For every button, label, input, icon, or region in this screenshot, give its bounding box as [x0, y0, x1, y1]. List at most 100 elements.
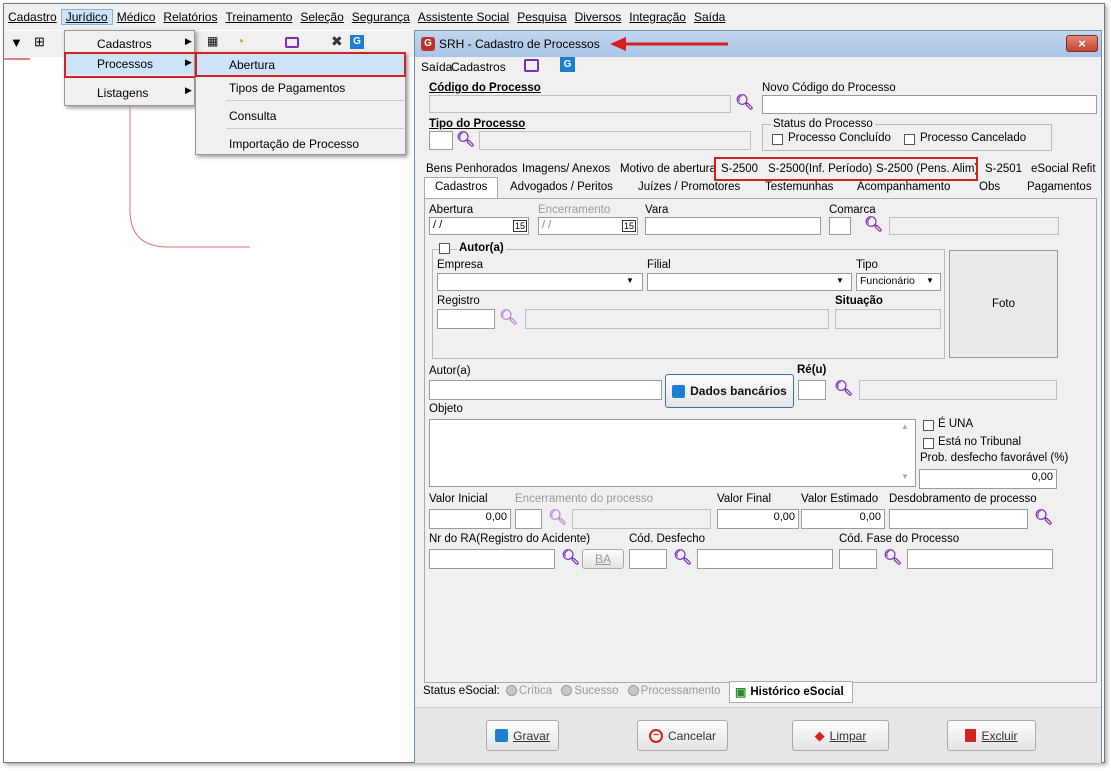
- cancelar-button[interactable]: − Cancelar: [637, 720, 728, 751]
- reu-code-input[interactable]: [798, 380, 826, 400]
- menu-item-tipos-pagamentos[interactable]: Tipos de Pagamentos: [229, 81, 345, 95]
- search-icon[interactable]: 🔍︎: [834, 379, 853, 397]
- tab-testemunhas[interactable]: Testemunhas: [765, 181, 833, 193]
- critica-radio[interactable]: [505, 685, 517, 697]
- tab-imagens-anexos[interactable]: Imagens/ Anexos: [522, 163, 610, 175]
- highlight-box-processos: [64, 52, 198, 78]
- report-icon[interactable]: ▦: [207, 34, 218, 48]
- filial-select[interactable]: [647, 273, 852, 291]
- scroll-down-icon[interactable]: ▼: [901, 472, 909, 481]
- menu-diversos[interactable]: Diversos: [571, 10, 626, 24]
- menu-integracao[interactable]: Integração: [625, 10, 690, 24]
- search-icon[interactable]: 🔍︎: [864, 215, 883, 233]
- excluir-button[interactable]: Excluir: [947, 720, 1036, 751]
- tools-icon[interactable]: ✖: [331, 33, 343, 50]
- search-icon[interactable]: 🔍︎: [735, 93, 754, 111]
- chevron-down-icon[interactable]: ▼: [626, 276, 634, 285]
- search-icon[interactable]: 🔍︎: [456, 130, 475, 148]
- search-icon[interactable]: 🔍︎: [883, 548, 902, 566]
- autor-input[interactable]: [429, 380, 662, 400]
- menu-item-importacao[interactable]: Importação de Processo: [229, 137, 359, 151]
- processo-cancelado-label: Processo Cancelado: [920, 132, 1027, 144]
- menu-item-listagens[interactable]: Listagens: [97, 86, 148, 100]
- gravar-button[interactable]: Gravar: [486, 720, 559, 751]
- calendar-icon[interactable]: 15: [622, 220, 637, 232]
- enc-processo-code-input[interactable]: [515, 509, 542, 529]
- cod-desfecho-desc-input[interactable]: [697, 549, 833, 569]
- close-button[interactable]: ×: [1066, 35, 1098, 52]
- search-icon[interactable]: 🔍︎: [499, 308, 518, 326]
- cod-desfecho-input[interactable]: [629, 549, 667, 569]
- nr-ra-input[interactable]: [429, 549, 555, 569]
- chevron-down-icon[interactable]: ▼: [836, 276, 844, 285]
- comarca-code-input[interactable]: [829, 217, 851, 235]
- valor-estimado-input[interactable]: 0,00: [801, 509, 885, 529]
- menu-pesquisa[interactable]: Pesquisa: [513, 10, 570, 24]
- tab-juizes-promotores[interactable]: Juízes / Promotores: [638, 181, 740, 193]
- e-una-checkbox[interactable]: [923, 420, 934, 431]
- esta-tribunal-checkbox[interactable]: [923, 438, 934, 449]
- desdobramento-input[interactable]: [889, 509, 1028, 529]
- tree-icon[interactable]: ⊞: [34, 34, 45, 50]
- tab-acompanhamento[interactable]: Acompanhamento: [857, 181, 950, 193]
- valor-inicial-input[interactable]: 0,00: [429, 509, 511, 529]
- menu-medico[interactable]: Médico: [113, 10, 160, 24]
- tab-motivo-abertura[interactable]: Motivo de abertura: [620, 163, 716, 175]
- chevron-down-icon[interactable]: ▼: [926, 276, 934, 285]
- menu-saida[interactable]: Saída: [690, 10, 729, 24]
- autor-checkbox[interactable]: [439, 243, 450, 254]
- tab-obs[interactable]: Obs: [979, 181, 1000, 193]
- menu-item-cadastros[interactable]: Cadastros: [97, 37, 152, 51]
- valor-final-input[interactable]: 0,00: [717, 509, 799, 529]
- cod-fase-desc-input[interactable]: [907, 549, 1053, 569]
- empresa-select[interactable]: [437, 273, 643, 291]
- vara-label: Vara: [645, 204, 669, 216]
- registro-input[interactable]: [437, 309, 495, 329]
- ba-button[interactable]: BA: [582, 549, 624, 569]
- toolbar-cadastros[interactable]: Cadastros: [451, 60, 506, 74]
- g-logo-icon[interactable]: G: [350, 35, 364, 49]
- foto-box[interactable]: Foto: [949, 250, 1058, 358]
- novo-codigo-input[interactable]: [762, 95, 1097, 114]
- tab-s2501[interactable]: S-2501: [985, 163, 1022, 175]
- tab-pagamentos[interactable]: Pagamentos: [1027, 181, 1092, 193]
- search-icon[interactable]: 🔍︎: [548, 508, 567, 526]
- objeto-textarea[interactable]: [429, 419, 916, 487]
- limpar-button[interactable]: ◆ Limpar: [792, 720, 889, 751]
- window-icon[interactable]: [524, 59, 539, 72]
- historico-esocial-tab[interactable]: ▣ Histórico eSocial: [729, 681, 853, 703]
- calendar-icon[interactable]: 15: [513, 220, 528, 232]
- g-logo-icon[interactable]: G: [560, 57, 575, 72]
- menu-relatorios[interactable]: Relatórios: [159, 10, 221, 24]
- pie-chart-icon[interactable]: ◔: [236, 33, 244, 49]
- dados-bancarios-button[interactable]: Dados bancários: [665, 374, 794, 408]
- window-icon[interactable]: [285, 37, 299, 48]
- search-icon[interactable]: 🔍︎: [1034, 508, 1053, 526]
- filter-icon[interactable]: ▼: [10, 35, 23, 50]
- processo-cancelado-checkbox[interactable]: [904, 134, 915, 145]
- document-icon: ▣: [735, 685, 747, 699]
- sucesso-radio[interactable]: [561, 685, 573, 697]
- processamento-radio[interactable]: [627, 685, 639, 697]
- toolbar-saida[interactable]: Saída: [421, 60, 452, 74]
- processo-concluido-checkbox[interactable]: [772, 134, 783, 145]
- tab-cadastros[interactable]: Cadastros: [435, 181, 487, 193]
- cancelar-label: Cancelar: [667, 728, 717, 743]
- menu-treinamento[interactable]: Treinamento: [221, 10, 296, 24]
- search-icon[interactable]: 🔍︎: [673, 548, 692, 566]
- tab-advogados-peritos[interactable]: Advogados / Peritos: [510, 181, 613, 193]
- tab-bens-penhorados[interactable]: Bens Penhorados: [426, 163, 517, 175]
- tipo-processo-code-input[interactable]: [429, 131, 453, 150]
- prob-desfecho-input[interactable]: 0,00: [919, 469, 1057, 489]
- tab-esocial-refit[interactable]: eSocial Refit: [1031, 163, 1096, 175]
- menu-juridico[interactable]: Jurídico: [60, 9, 113, 25]
- menu-seguranca[interactable]: Segurança: [348, 10, 414, 24]
- menu-item-consulta[interactable]: Consulta: [229, 109, 276, 123]
- search-icon[interactable]: 🔍︎: [561, 548, 580, 566]
- menu-cadastro[interactable]: Cadastro: [4, 10, 61, 24]
- scroll-up-icon[interactable]: ▲: [901, 422, 909, 431]
- vara-input[interactable]: [645, 217, 821, 235]
- menu-selecao[interactable]: Seleção: [296, 10, 347, 24]
- menu-assistente-social[interactable]: Assistente Social: [414, 10, 513, 24]
- cod-fase-input[interactable]: [839, 549, 877, 569]
